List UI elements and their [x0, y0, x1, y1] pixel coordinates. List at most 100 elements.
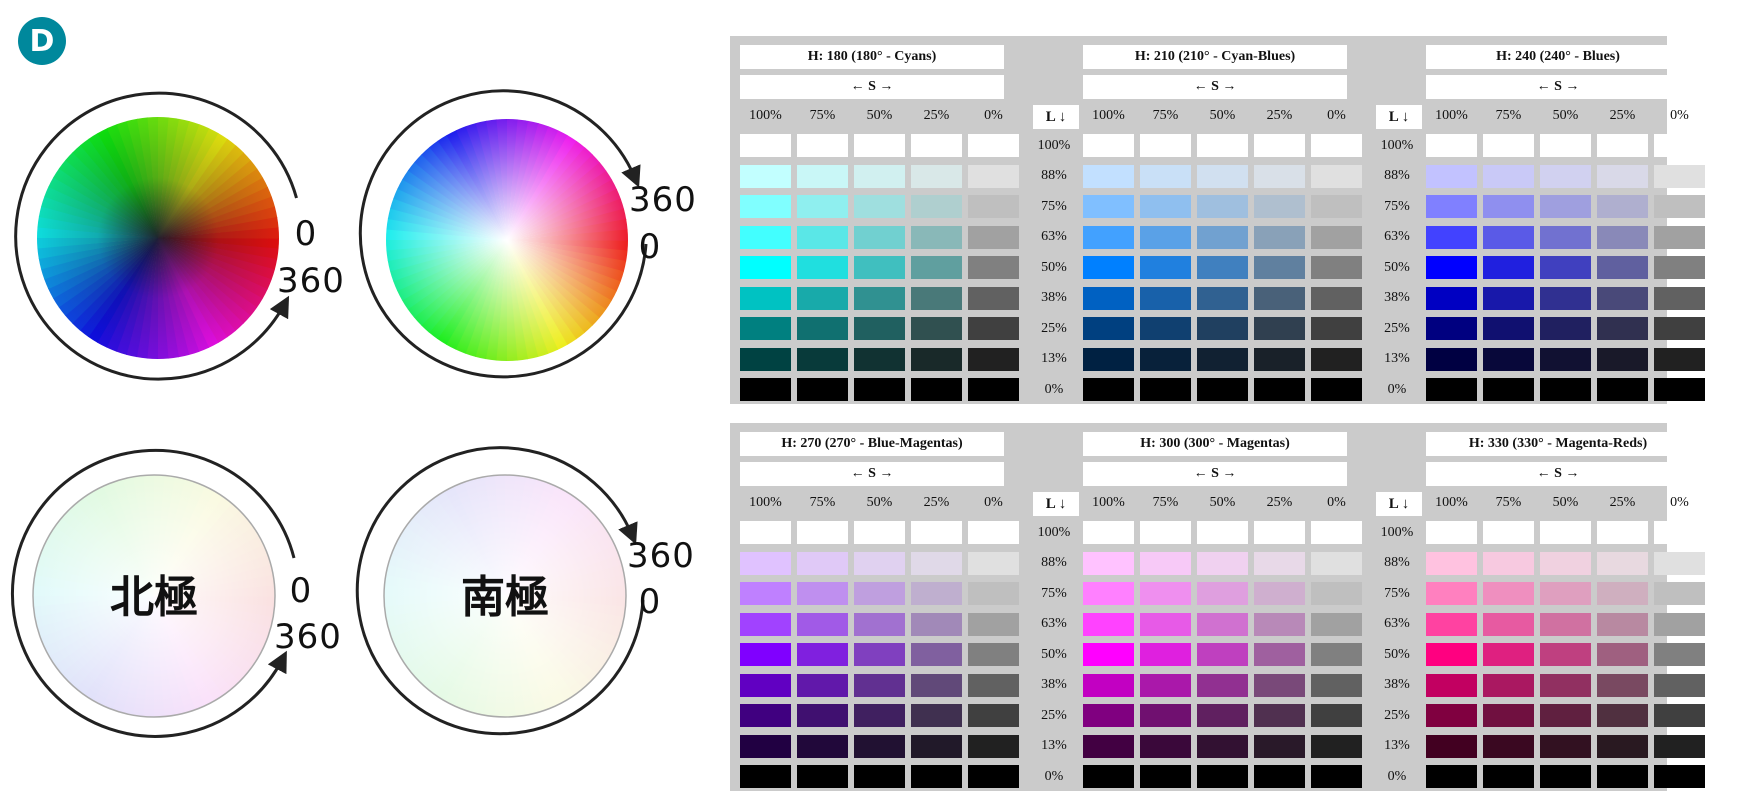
saturation-axis-label: ← S → [740, 75, 1004, 99]
color-swatch [1311, 521, 1362, 544]
color-swatch [1140, 134, 1191, 157]
saturation-level-label: 50% [866, 108, 893, 123]
color-swatch [797, 164, 848, 188]
color-swatch [1140, 286, 1191, 310]
color-swatch [1483, 521, 1534, 544]
color-swatch [1597, 673, 1648, 697]
color-swatch [1483, 256, 1534, 279]
color-swatch [797, 734, 848, 758]
color-swatch [1483, 286, 1534, 310]
color-swatch [1540, 286, 1591, 310]
color-swatch [1426, 164, 1477, 188]
color-swatch [1311, 164, 1362, 188]
color-swatch [1654, 286, 1705, 310]
color-wheels-diagram: 0 360 360 0 0 360 北極 360 0 南極 [10, 89, 696, 738]
lightness-level-label: 0% [1387, 381, 1407, 397]
hue-wheel-dark [36, 116, 280, 360]
color-swatch [797, 673, 848, 697]
color-swatch [1140, 225, 1191, 249]
color-swatch [968, 643, 1019, 666]
color-swatch [1483, 612, 1534, 636]
color-swatch [1197, 256, 1248, 279]
color-swatch [854, 551, 905, 575]
color-swatch [740, 195, 791, 218]
saturation-level-label: 0% [984, 495, 1003, 510]
color-swatch [1483, 164, 1534, 188]
saturation-level-label: 100% [749, 495, 782, 510]
color-swatch [797, 582, 848, 605]
saturation-level-label: 25% [1609, 495, 1636, 510]
color-swatch [1311, 378, 1362, 401]
color-swatch [1254, 378, 1305, 401]
color-swatch [1654, 765, 1705, 788]
color-swatch [1311, 551, 1362, 575]
color-swatch [1140, 347, 1191, 371]
saturation-level-label: 50% [1209, 108, 1236, 123]
color-swatch [740, 673, 791, 697]
color-swatch [1197, 164, 1248, 188]
lightness-level-label: 50% [1041, 259, 1067, 275]
color-swatch [911, 134, 962, 157]
color-swatch [740, 256, 791, 279]
color-swatch [1083, 704, 1134, 727]
lightness-level-label: 0% [1044, 381, 1064, 397]
color-swatch [1254, 582, 1305, 605]
saturation-level-label: 25% [1266, 495, 1293, 510]
color-swatch [854, 378, 905, 401]
color-swatch [1426, 673, 1477, 697]
color-swatch [1597, 378, 1648, 401]
lightness-level-label: 13% [1041, 351, 1067, 366]
lightness-level-label: 75% [1384, 198, 1410, 214]
color-swatch [1540, 582, 1591, 605]
color-swatch [740, 765, 791, 788]
color-swatch [1083, 551, 1134, 575]
color-swatch [1254, 164, 1305, 188]
color-swatch [911, 704, 962, 727]
color-swatch [797, 704, 848, 727]
color-swatch [1083, 225, 1134, 249]
lightness-level-label: 100% [1380, 524, 1414, 540]
color-swatch [1654, 378, 1705, 401]
color-swatch [1540, 225, 1591, 249]
saturation-axis-label: ← S → [1083, 75, 1347, 99]
color-swatch [911, 256, 962, 279]
saturation-axis-label: ← S → [1426, 462, 1690, 486]
color-swatch [1654, 551, 1705, 575]
color-swatch [968, 164, 1019, 188]
color-swatch [1597, 347, 1648, 371]
color-swatch [740, 286, 791, 310]
color-swatch [1140, 317, 1191, 340]
color-swatch [968, 286, 1019, 310]
ring-label-0: 0 [639, 582, 662, 622]
color-swatch [1483, 582, 1534, 605]
color-swatch [1083, 347, 1134, 371]
color-swatch [1654, 582, 1705, 605]
color-swatch [740, 317, 791, 340]
color-swatch [1140, 164, 1191, 188]
color-swatch [968, 195, 1019, 218]
color-swatch [1311, 704, 1362, 727]
lightness-level-label: 88% [1041, 168, 1067, 183]
lightness-level-label: 100% [1037, 524, 1071, 540]
hue-wheel-light [385, 118, 629, 362]
color-swatch [968, 582, 1019, 605]
color-swatch [1426, 317, 1477, 340]
color-swatch [1540, 704, 1591, 727]
lightness-level-label: 25% [1384, 707, 1410, 723]
color-swatch [911, 195, 962, 218]
color-swatch [1311, 734, 1362, 758]
color-swatch [911, 347, 962, 371]
color-swatch [1140, 582, 1191, 605]
color-swatch [968, 521, 1019, 544]
color-swatch [740, 704, 791, 727]
lightness-level-label: 0% [1044, 768, 1064, 784]
color-swatch [740, 164, 791, 188]
lightness-level-label: 50% [1384, 259, 1410, 275]
color-swatch [1654, 673, 1705, 697]
color-swatch [911, 582, 962, 605]
color-swatch [1140, 612, 1191, 636]
color-swatch [1597, 225, 1648, 249]
color-swatch [1426, 256, 1477, 279]
color-swatch [1254, 673, 1305, 697]
color-swatch [1597, 317, 1648, 340]
